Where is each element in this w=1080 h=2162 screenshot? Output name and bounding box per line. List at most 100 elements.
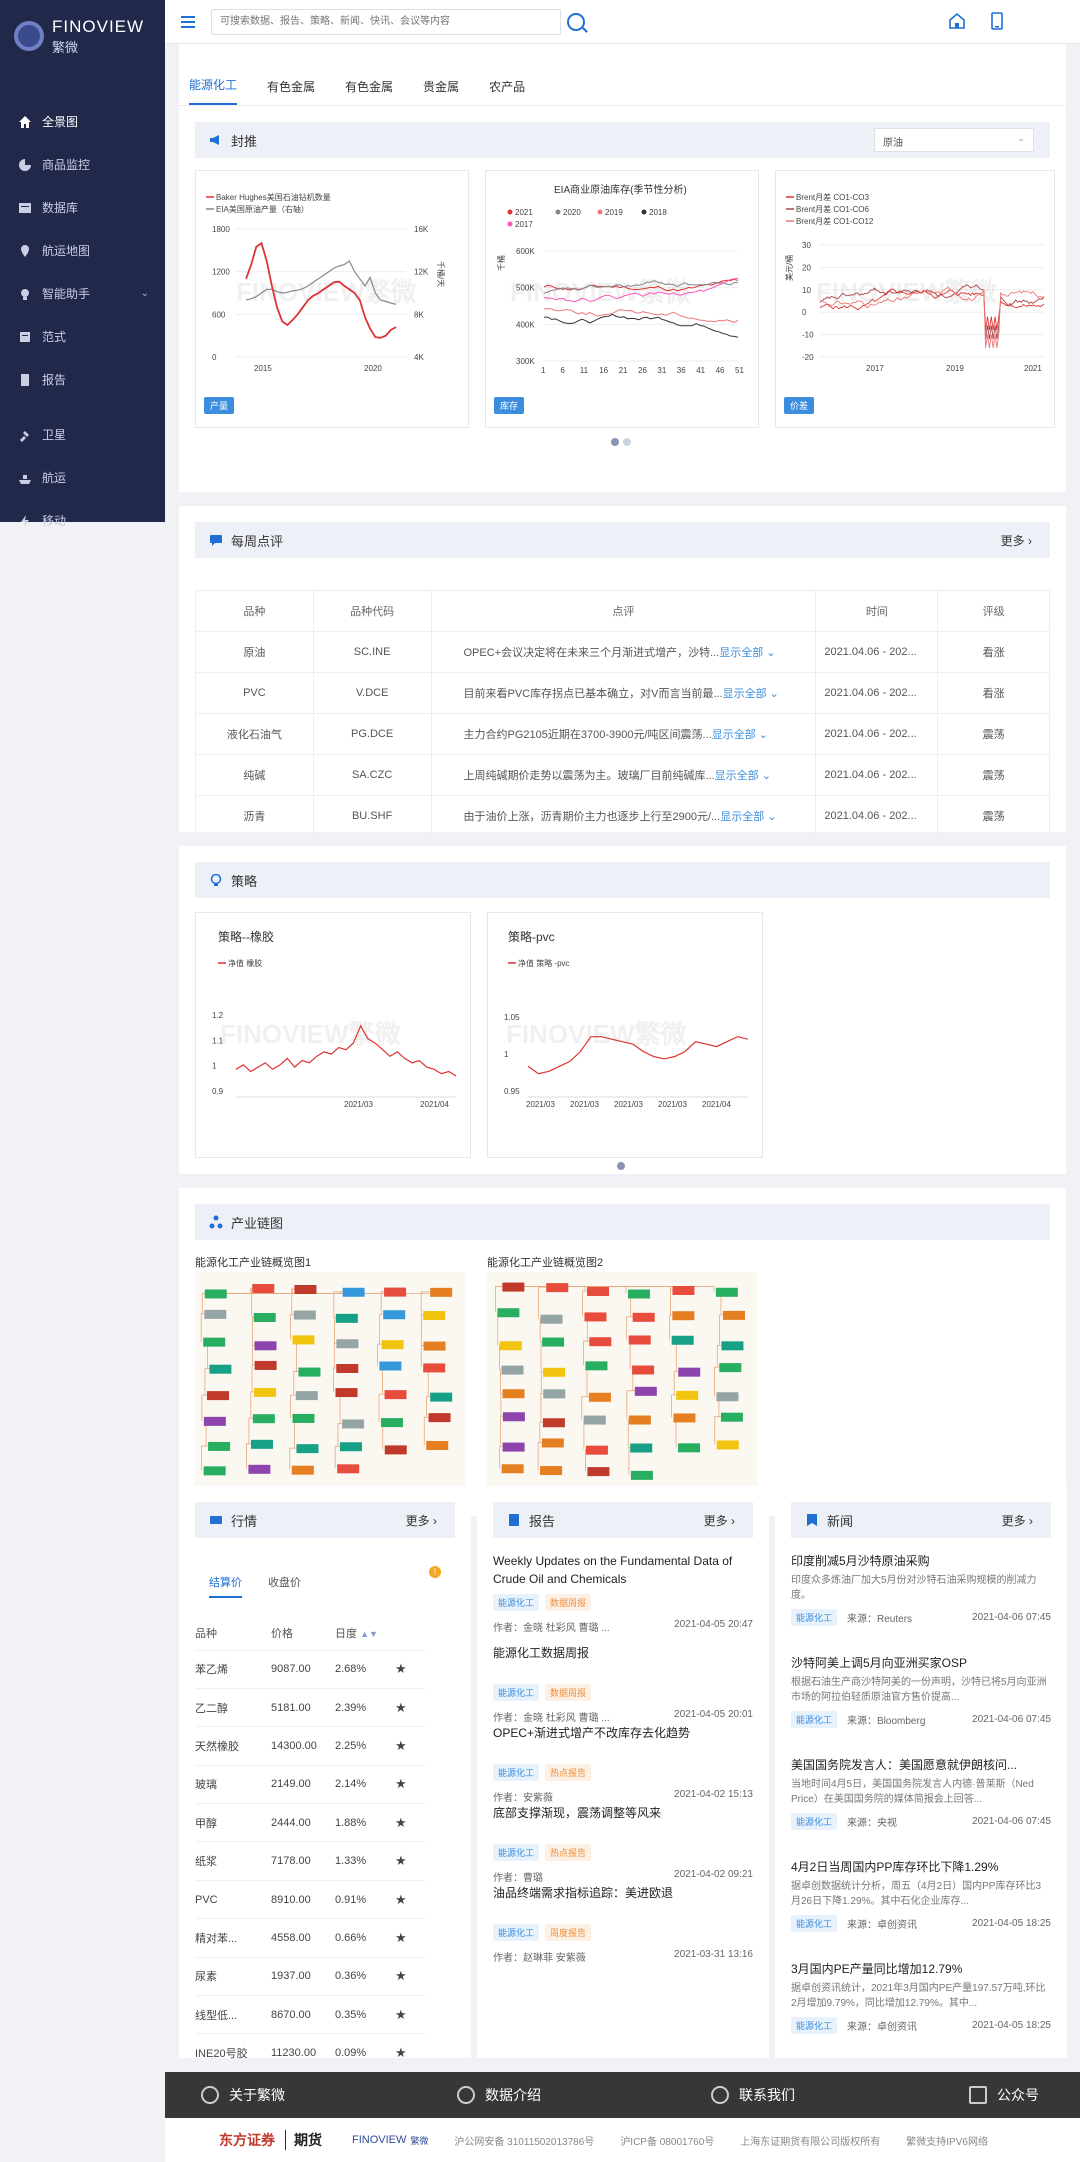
news-title[interactable]: 印度削减5月沙特原油采购 xyxy=(791,1552,1051,1569)
favorite-star-icon[interactable]: ★ xyxy=(395,1880,425,1920)
home-icon[interactable] xyxy=(948,12,966,30)
table-row[interactable]: 天然橡胶 14300.00 2.25% ★ xyxy=(195,1726,425,1766)
report-title[interactable]: OPEC+渐进式增产不改库存去化趋势 xyxy=(493,1724,753,1742)
logo[interactable]: FINOVIEW 繁微 xyxy=(0,0,165,72)
icp-record[interactable]: 沪ICP备 08001760号 xyxy=(620,2133,714,2148)
table-row[interactable]: PVC V.DCE 目前来看PVC库存拐点已基本确立，对V而言当前最...显示全部 … xyxy=(195,672,1050,714)
favorite-star-icon[interactable]: ★ xyxy=(395,1957,425,1997)
report-title[interactable]: 能源化工数据周报 xyxy=(493,1644,753,1662)
report-title[interactable]: 底部支撑渐现，震荡调整等风来 xyxy=(493,1804,753,1822)
table-row[interactable]: 沥青 BU.SHF 由于油价上涨，沥青期价主力也逐步上行至2900元/...显示全部… xyxy=(195,795,1050,837)
carousel-dot[interactable] xyxy=(611,438,619,446)
news-more-link[interactable]: 更多 › xyxy=(1002,1512,1033,1529)
sidebar-item-assistant[interactable]: 智能助手 ⌄ xyxy=(0,272,165,315)
favorite-star-icon[interactable]: ★ xyxy=(395,1650,425,1689)
report-title[interactable]: Weekly Updates on the Fundamental Data o… xyxy=(493,1552,753,1588)
tab-precious-metals[interactable]: 贵金属 xyxy=(423,78,459,105)
news-title[interactable]: 4月2日当周国内PP库存环比下降1.29% xyxy=(791,1858,1051,1875)
carousel-dot[interactable] xyxy=(617,1162,625,1170)
report-title[interactable]: 油品终端需求指标追踪：美进欧退 xyxy=(493,1884,753,1902)
show-all-link[interactable]: 显示全部 ⌄ xyxy=(720,811,776,823)
table-row[interactable]: 液化石油气 PG.DCE 主力合约PG2105近期在3700-3900元/吨区间震荡… xyxy=(195,713,1050,755)
report-item[interactable]: 能源化工数据周报 能源化工 数据周报 作者：金晓 杜彩风 曹璐 ... 2021-04-… xyxy=(493,1644,753,1724)
report-item[interactable]: 底部支撑渐现，震荡调整等风来 能源化工 热点报告 作者：曹璐 2021-04-02 09… xyxy=(493,1804,753,1884)
show-all-link[interactable]: 显示全部 ⌄ xyxy=(719,647,775,659)
favorite-star-icon[interactable]: ★ xyxy=(395,1995,425,2035)
table-row[interactable]: 原油 SC.INE OPEC+会议决定将在未来三个月渐进式增产，沙特...显示全部 … xyxy=(195,631,1050,673)
tab-nonferrous-2[interactable]: 有色金属 xyxy=(345,78,393,105)
sidebar-item-shipping-map[interactable]: 航运地图 xyxy=(0,229,165,272)
table-row[interactable]: 线型低... 8670.00 0.35% ★ xyxy=(195,1995,425,2035)
strategy-card-pvc[interactable]: 策略-pvc 净值 策略 -pvc 1.05 1 0.95 2021/03 2021/03 2… xyxy=(487,912,763,1158)
news-item[interactable]: 4月2日当周国内PP库存环比下降1.29% 据卓创数据统计分析，周五（4月2日）国… xyxy=(791,1858,1051,1932)
menu-toggle-icon[interactable] xyxy=(181,15,195,28)
table-row[interactable]: 纸浆 7178.00 1.33% ★ xyxy=(195,1841,425,1881)
market-more-link[interactable]: 更多 › xyxy=(406,1512,437,1529)
favorite-star-icon[interactable]: ★ xyxy=(395,1803,425,1843)
table-row[interactable]: 苯乙烯 9087.00 2.68% ★ xyxy=(195,1650,425,1689)
tab-close-price[interactable]: 收盘价 xyxy=(268,1574,301,1598)
carousel-dots[interactable] xyxy=(617,1162,625,1170)
carousel-dot[interactable] xyxy=(623,438,631,446)
sidebar-item-database[interactable]: 数据库 xyxy=(0,186,165,229)
table-row[interactable]: 甲醇 2444.00 1.88% ★ xyxy=(195,1803,425,1843)
tab-agriculture[interactable]: 农产品 xyxy=(489,78,525,105)
favorite-star-icon[interactable]: ★ xyxy=(395,2033,425,2073)
weekly-more-link[interactable]: 更多 › xyxy=(1001,532,1032,549)
news-title[interactable]: 沙特阿美上调5月向亚洲买家OSP xyxy=(791,1654,1051,1671)
news-item[interactable]: 沙特阿美上调5月向亚洲买家OSP 根据石油生产商沙特阿美的一份声明，沙特已将5月向… xyxy=(791,1654,1051,1728)
news-item[interactable]: 3月国内PE产量同比增加12.79% 据卓创资讯统计，2021年3月国内PE产量1… xyxy=(791,1960,1051,2034)
sidebar-item-satellite[interactable]: 卫星 xyxy=(0,413,165,456)
report-item[interactable]: 油品终端需求指标追踪：美进欧退 能源化工 周度报告 作者：赵琳菲 安紫薇 2021-03… xyxy=(493,1884,753,1964)
news-title[interactable]: 美国国务院发言人：美国愿意就伊朗核问... xyxy=(791,1756,1051,1773)
report-item[interactable]: Weekly Updates on the Fundamental Data o… xyxy=(493,1552,753,1634)
sidebar-item-overview[interactable]: 全景图 xyxy=(0,100,165,143)
table-row[interactable]: 玻璃 2149.00 2.14% ★ xyxy=(195,1765,425,1805)
chart-card-spread[interactable]: Brent月差 CO1-CO3 Brent月差 CO1-CO6 Brent月差 CO… xyxy=(775,170,1055,428)
tab-nonferrous[interactable]: 有色金属 xyxy=(267,78,315,105)
news-item[interactable]: 美国国务院发言人：美国愿意就伊朗核问... 当地时间4月5日，美国国务院发言人内德… xyxy=(791,1756,1051,1830)
table-row[interactable]: 纯碱 SA.CZC 上周纯碱期价走势以震荡为主。玻璃厂目前纯碱库...显示全部 ⌄ 2… xyxy=(195,754,1050,796)
col-header-sortable[interactable]: 日度 ▲▼ xyxy=(335,1616,395,1651)
table-row[interactable]: 乙二醇 5181.00 2.39% ★ xyxy=(195,1688,425,1728)
tab-settlement-price[interactable]: 结算价 xyxy=(209,1574,242,1598)
show-all-link[interactable]: 显示全部 ⌄ xyxy=(715,770,771,782)
chain-map-image-1[interactable] xyxy=(195,1272,465,1502)
commodity-select[interactable]: 原油 ⌄ xyxy=(874,128,1034,152)
favorite-star-icon[interactable]: ★ xyxy=(395,1918,425,1958)
show-all-link[interactable]: 显示全部 ⌄ xyxy=(723,688,779,700)
sort-icon[interactable]: ▲▼ xyxy=(360,1629,378,1639)
carousel-dots[interactable] xyxy=(611,438,631,446)
reports-more-link[interactable]: 更多 › xyxy=(704,1512,735,1529)
chart-card-production[interactable]: Baker Hughes美国石油钻机数量 EIA美国原油产量（右轴） 1800 120… xyxy=(195,170,469,428)
chain-map-image-2[interactable] xyxy=(487,1272,757,1502)
show-all-link[interactable]: 显示全部 ⌄ xyxy=(712,729,768,741)
favorite-star-icon[interactable]: ★ xyxy=(395,1765,425,1805)
news-item[interactable]: 印度削减5月沙特原油采购 印度众多炼油厂加大5月份对沙特石油采购规模的削减力度。能… xyxy=(791,1552,1051,1626)
footer-link-data[interactable]: 数据介绍 xyxy=(457,2085,541,2105)
favorite-star-icon[interactable]: ★ xyxy=(395,1726,425,1766)
favorite-star-icon[interactable]: ★ xyxy=(395,1688,425,1728)
sidebar-item-monitor[interactable]: 商品监控 xyxy=(0,143,165,186)
search-input[interactable] xyxy=(211,8,561,35)
search-icon[interactable] xyxy=(567,12,585,31)
news-title[interactable]: 3月国内PE产量同比增加12.79% xyxy=(791,1960,1051,1977)
strategy-card-rubber[interactable]: 策略--橡胶 净值 橡胶 1.2 1.1 1 0.9 2021/03 2021/04 FINOV… xyxy=(195,912,471,1158)
tab-energy-chemical[interactable]: 能源化工 xyxy=(189,76,238,105)
chart-card-inventory[interactable]: EIA商业原油库存(季节性分析) 2021 2020 2019 2018 2017 600K… xyxy=(485,170,759,428)
sidebar-item-shipping[interactable]: 航运 xyxy=(0,456,165,499)
info-icon[interactable]: ! xyxy=(429,1566,441,1578)
sidebar-item-reports[interactable]: 报告 xyxy=(0,358,165,401)
report-item[interactable]: OPEC+渐进式增产不改库存去化趋势 能源化工 热点报告 作者：安紫薇 2021-04-… xyxy=(493,1724,753,1804)
mobile-icon[interactable] xyxy=(988,12,1006,30)
icp-police[interactable]: 沪公网安备 31011502013786号 xyxy=(454,2133,594,2148)
footer-link-contact[interactable]: 联系我们 xyxy=(711,2085,795,2105)
table-row[interactable]: 精对苯... 4558.00 0.66% ★ xyxy=(195,1918,425,1958)
table-row[interactable]: 尿素 1937.00 0.36% ★ xyxy=(195,1957,425,1997)
footer-link-wechat[interactable]: 公众号 xyxy=(969,2085,1039,2105)
sidebar-item-paradigm[interactable]: 范式 xyxy=(0,315,165,358)
favorite-star-icon[interactable]: ★ xyxy=(395,1841,425,1881)
footer-link-about[interactable]: 关于繁微 xyxy=(201,2085,285,2105)
table-row[interactable]: PVC 8910.00 0.91% ★ xyxy=(195,1880,425,1920)
sidebar-item-mobile[interactable]: 移动 xyxy=(0,499,165,542)
